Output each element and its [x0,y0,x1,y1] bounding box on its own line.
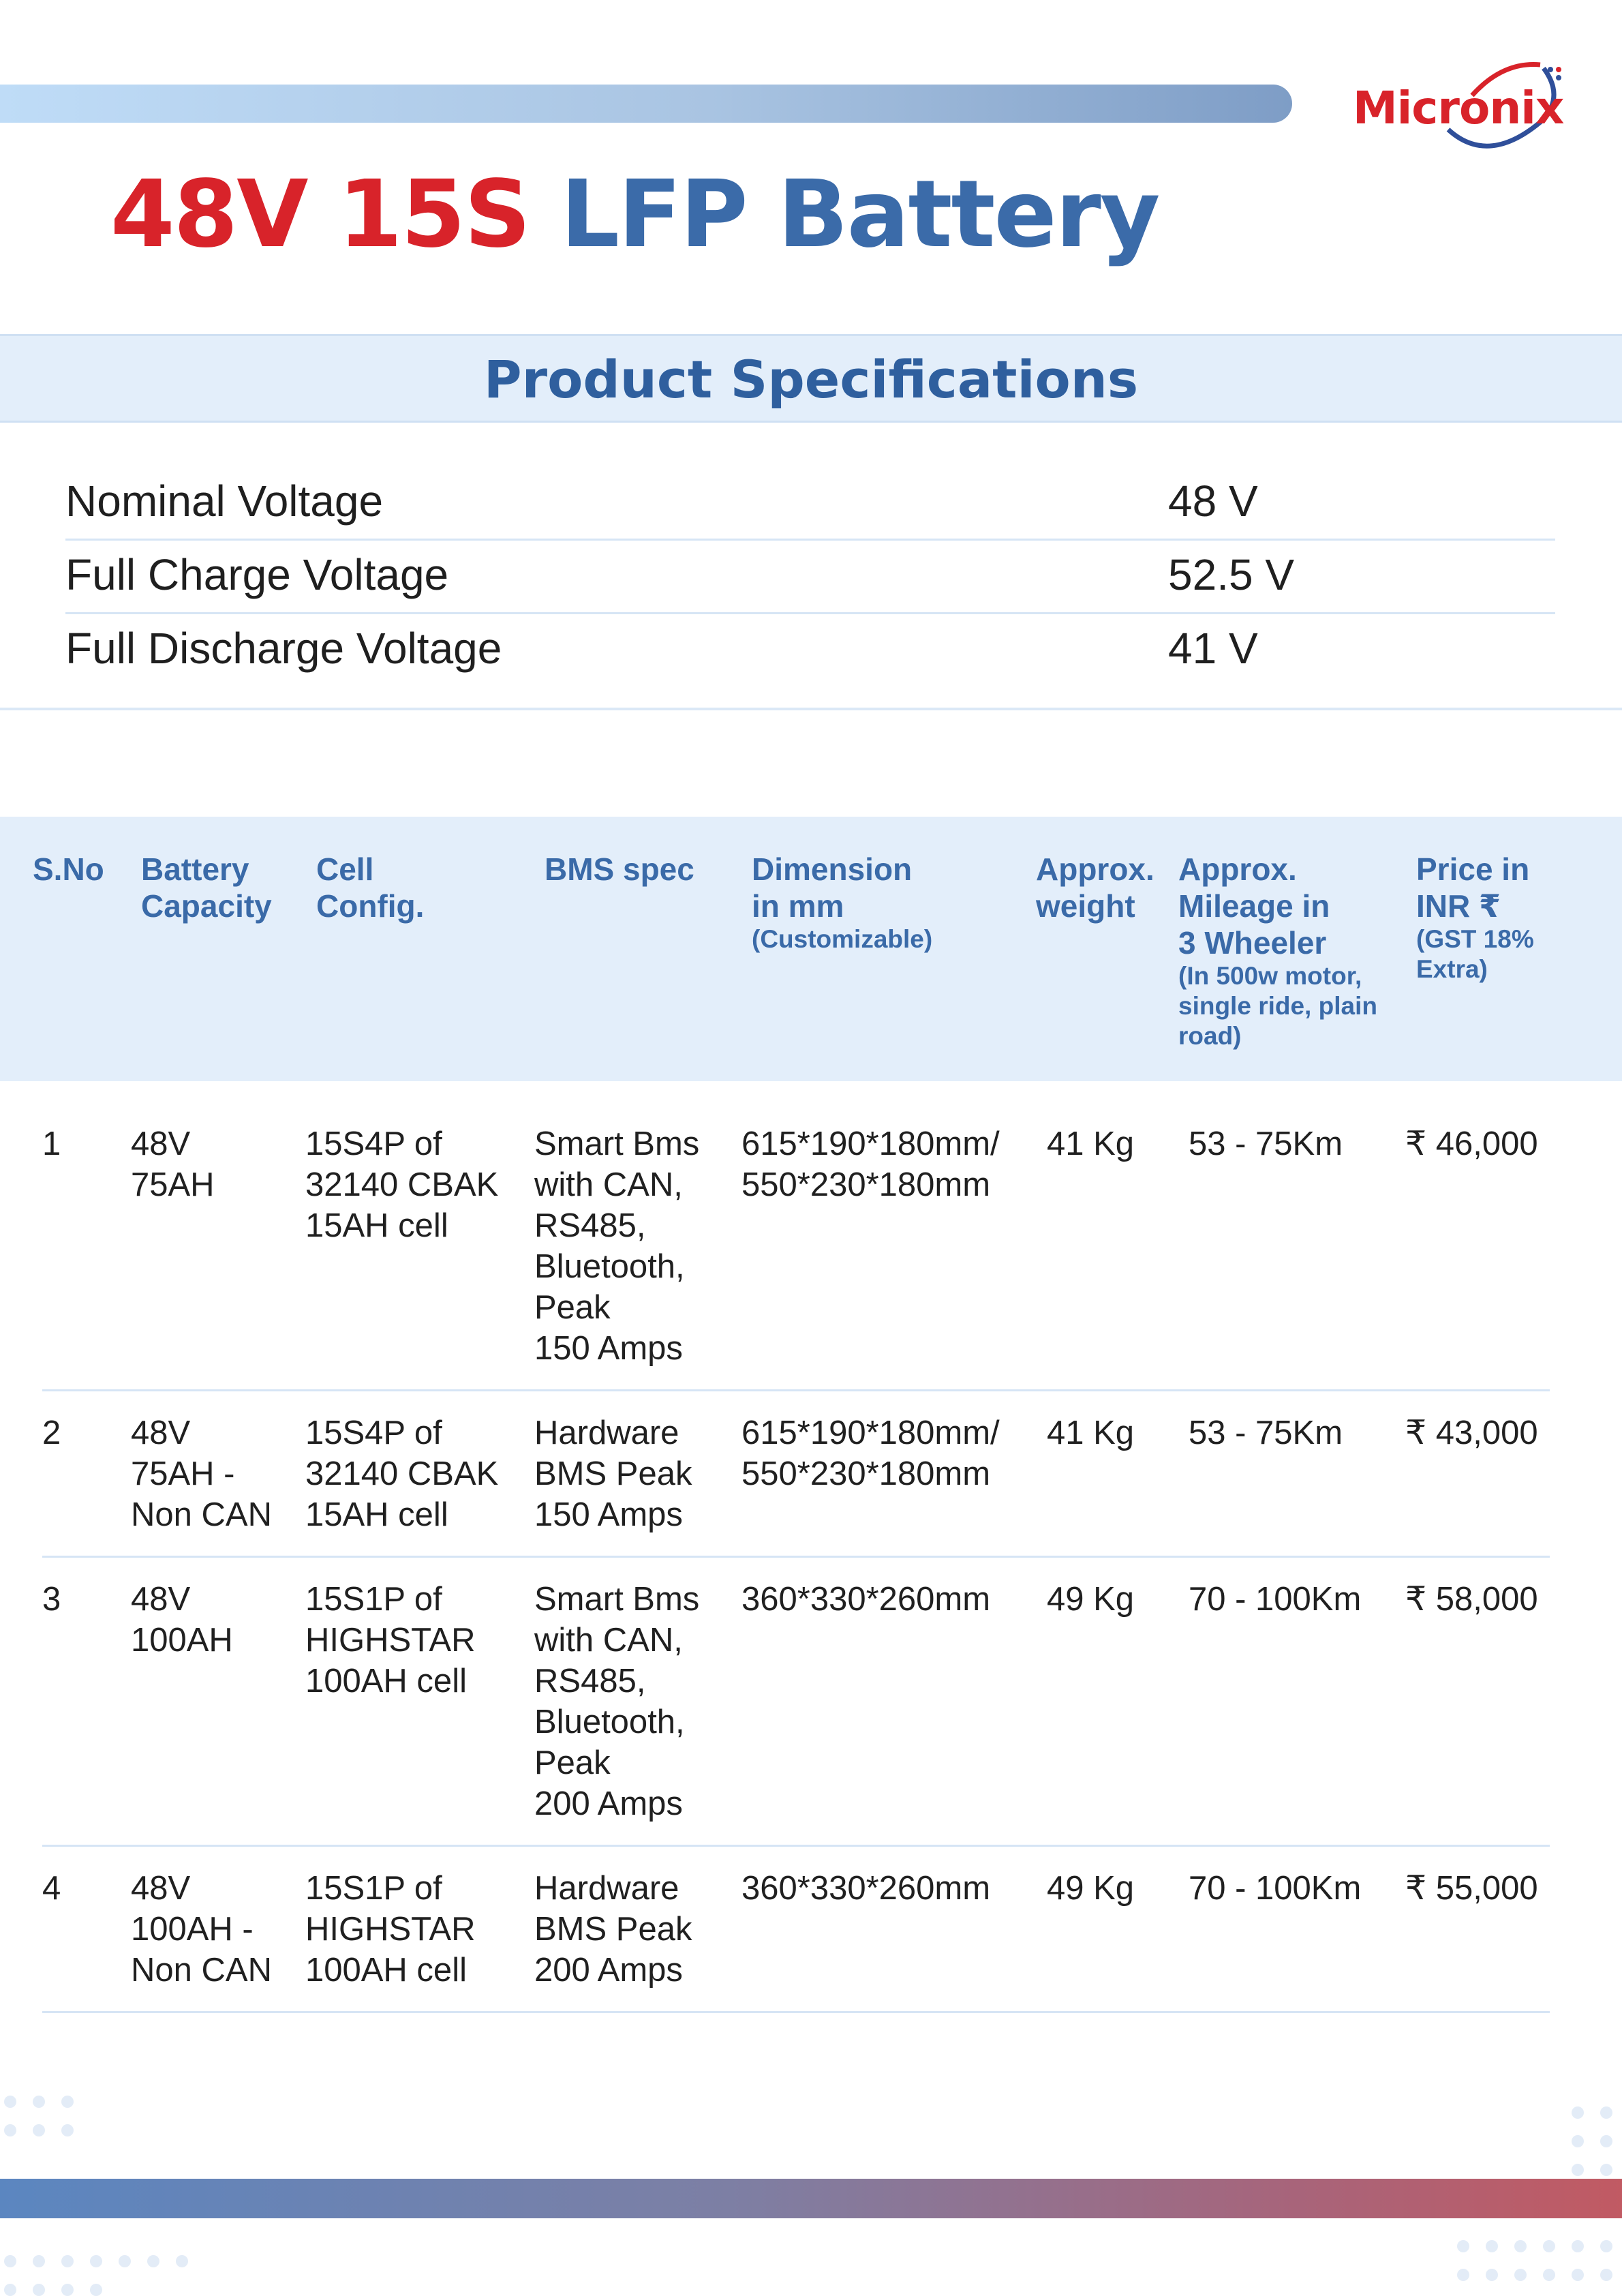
cell-sno: 4 [42,1870,61,1907]
cell-weight: 41 Kg [1047,1415,1135,1451]
cell-dimension: 360*330*260mm [741,1581,991,1618]
col-header-sno: S.No [33,851,104,887]
cell-dimension: 615*190*180mm/ 550*230*180mm [741,1126,1000,1203]
cell-capacity: 48V 75AH [131,1126,215,1203]
spec-label: Full Discharge Voltage [65,624,502,673]
cell-price: ₹ 55,000 [1405,1870,1538,1907]
title-voltage: 48V 15S [110,161,531,269]
cell-bms: Hardware BMS Peak 200 Amps [534,1870,692,1989]
row-divider [42,1556,1550,1558]
cell-sno: 3 [42,1581,61,1618]
cell-capacity: 48V 75AH - Non CAN [131,1415,272,1533]
brand-logo: Micronix [1346,55,1578,164]
cell-config: 15S1P of HIGHSTAR 100AH cell [305,1870,476,1989]
cell-sno: 2 [42,1415,61,1451]
col-header-cell: Cell Config. [316,851,425,924]
col-header-mileage: Approx. Mileage in 3 Wheeler (In 500w mo… [1178,851,1377,1050]
spec-value: 48 V [1168,477,1258,526]
col-header-dimension: Dimension in mm (Customizable) [752,851,933,953]
cell-capacity: 48V 100AH [131,1581,233,1659]
col-header-price: Price in INR ₹ (GST 18% Extra) [1416,851,1534,983]
cell-dimension: 360*330*260mm [741,1870,991,1907]
col-header-bms: BMS spec [545,851,694,887]
row-divider [42,1389,1550,1391]
cell-price: ₹ 46,000 [1405,1126,1538,1162]
cell-mileage: 53 - 75Km [1189,1126,1343,1162]
cell-mileage: 70 - 100Km [1189,1870,1362,1907]
cell-weight: 41 Kg [1047,1126,1135,1162]
spec-divider [65,612,1555,614]
cell-bms: Smart Bms with CAN, RS485, Bluetooth, Pe… [534,1126,700,1367]
cell-weight: 49 Kg [1047,1581,1135,1618]
logo-text: Micronix [1353,82,1564,134]
spec-value: 41 V [1168,624,1258,673]
spec-divider [65,539,1555,541]
spec-label: Full Charge Voltage [65,550,449,599]
row-divider [42,2011,1550,2013]
spec-row: Full Discharge Voltage 41 V [65,623,1555,697]
spec-heading: Product Specifications [483,349,1139,410]
title-product: LFP Battery [560,161,1160,269]
spec-value: 52.5 V [1168,550,1295,599]
row-divider [42,1845,1550,1847]
page-title: 48V 15S LFP Battery [110,161,1160,269]
cell-config: 15S4P of 32140 CBAK 15AH cell [305,1126,499,1244]
cell-config: 15S1P of HIGHSTAR 100AH cell [305,1581,476,1700]
header-accent-bar [0,85,1292,123]
cell-config: 15S4P of 32140 CBAK 15AH cell [305,1415,499,1533]
cell-bms: Hardware BMS Peak 150 Amps [534,1415,692,1533]
cell-weight: 49 Kg [1047,1870,1135,1907]
cell-bms: Smart Bms with CAN, RS485, Bluetooth, Pe… [534,1581,700,1822]
cell-mileage: 70 - 100Km [1189,1581,1362,1618]
cell-mileage: 53 - 75Km [1189,1415,1343,1451]
cell-capacity: 48V 100AH - Non CAN [131,1870,272,1989]
cell-price: ₹ 43,000 [1405,1415,1538,1451]
footer-accent-bar [0,2179,1622,2218]
spec-label: Nominal Voltage [65,477,384,526]
cell-price: ₹ 58,000 [1405,1581,1538,1618]
spec-section-end [0,708,1622,710]
cell-dimension: 615*190*180mm/ 550*230*180mm [741,1415,1000,1492]
col-header-weight: Approx. weight [1036,851,1154,924]
col-header-capacity: Battery Capacity [141,851,272,924]
cell-sno: 1 [42,1126,61,1162]
